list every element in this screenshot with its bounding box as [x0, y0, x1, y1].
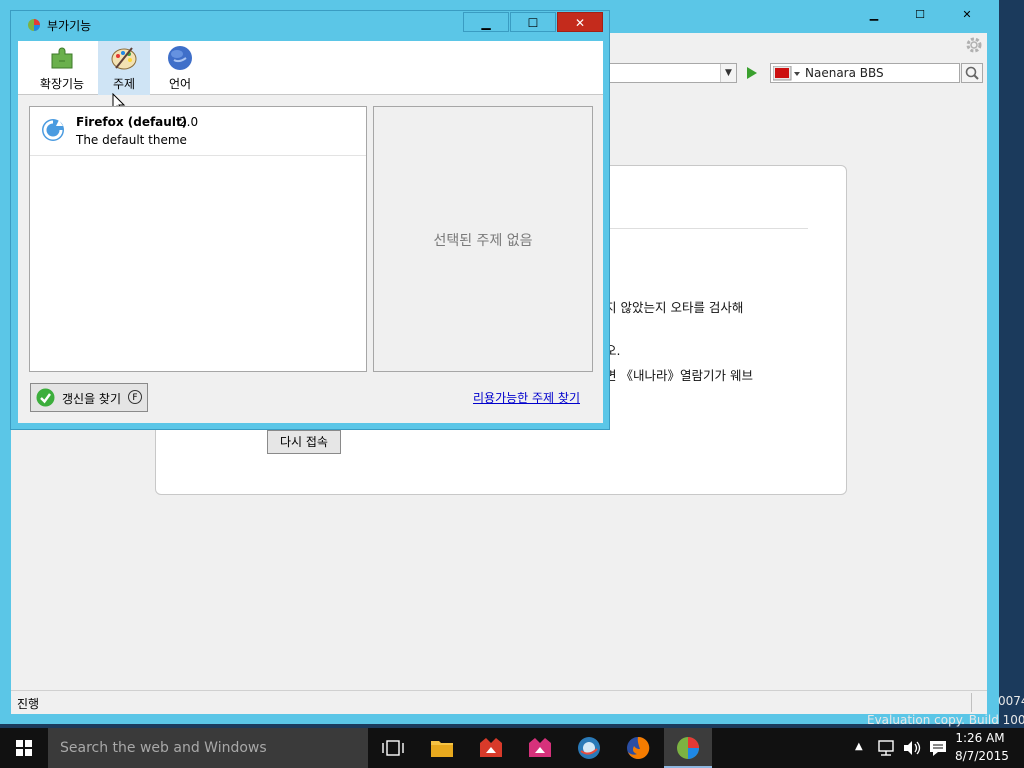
dialog-close-button[interactable]: ✕ [557, 12, 603, 32]
firefox-theme-icon [40, 117, 66, 143]
watermark-build: 0074 [998, 694, 1024, 708]
task-view-icon[interactable] [380, 735, 406, 761]
clock-date[interactable]: 8/7/2015 [955, 749, 1009, 763]
start-button[interactable] [0, 728, 48, 768]
app-icon-pink[interactable] [527, 735, 553, 761]
search-engine-name: Naenara BBS [805, 66, 884, 80]
go-arrow-icon[interactable] [741, 64, 761, 82]
url-bar[interactable]: ▼ [601, 63, 737, 83]
addons-dialog: 부가기능 ▁ ☐ ✕ 확장기능 주제 언어 Firefox (default) … [10, 10, 610, 430]
find-updates-hotkey: F [128, 390, 142, 404]
theme-preview-pane: 선택된 주제 없음 [373, 106, 593, 372]
find-updates-label: 갱신을 찾기 [62, 392, 122, 406]
windows-logo-icon [16, 740, 32, 756]
url-dropdown-icon[interactable]: ▼ [720, 64, 736, 82]
file-explorer-icon[interactable] [429, 735, 455, 761]
theme-list[interactable]: Firefox (default) 2.0 The default theme [29, 106, 367, 372]
dialog-client-area: 확장기능 주제 언어 Firefox (default) 2.0 The def… [18, 41, 603, 423]
browser-maximize-button[interactable]: ☐ [898, 4, 942, 26]
clock-time[interactable]: 1:26 AM [955, 731, 1005, 745]
dialog-maximize-button[interactable]: ☐ [510, 12, 556, 32]
error-text-line: 지 않았는지 오타를 검사해 [605, 300, 744, 315]
taskbar-search-placeholder: Search the web and Windows [60, 740, 267, 756]
tab-extensions[interactable]: 확장기능 [28, 41, 96, 95]
addons-toolbar: 확장기능 주제 언어 [18, 41, 603, 114]
browser-app-icon[interactable] [576, 735, 602, 761]
puzzle-icon [48, 44, 76, 72]
search-box[interactable]: Naenara BBS [770, 63, 960, 83]
dialog-title: 부가기능 [47, 19, 92, 33]
tab-extensions-label: 확장기능 [39, 77, 85, 91]
taskbar-search-box[interactable]: Search the web and Windows [48, 728, 368, 768]
theme-name: Firefox (default) [76, 115, 188, 129]
retry-button[interactable]: 다시 접속 [267, 430, 341, 454]
app-icon-red[interactable] [478, 735, 504, 761]
preview-empty-text: 선택된 주제 없음 [433, 233, 533, 249]
watermark-evaluation: Evaluation copy. Build 10074 [867, 713, 1024, 727]
addons-app-icon [675, 735, 701, 761]
firefox-icon[interactable] [625, 735, 651, 761]
status-bar: 진행 [11, 690, 987, 714]
dialog-minimize-button[interactable]: ▁ [463, 12, 509, 32]
find-updates-button[interactable]: 갱신을 찾기 F [30, 383, 148, 412]
theme-description: The default theme [76, 133, 187, 147]
browser-close-button[interactable]: ✕ [944, 4, 990, 26]
notification-icon[interactable] [928, 739, 948, 757]
globe-icon [166, 44, 194, 72]
tab-languages-label: 언어 [168, 77, 192, 91]
search-go-icon[interactable] [961, 63, 983, 83]
browser-minimize-button[interactable]: ▁ [852, 4, 896, 26]
get-themes-link[interactable]: 리용가능한 주제 찾기 [473, 389, 580, 406]
error-text-line: 면 《내나라》열람기가 웨브 [605, 368, 753, 383]
taskbar: Search the web and Windows ▲ 1:26 AM 8/7… [0, 728, 1024, 768]
addons-app-icon [27, 18, 41, 32]
network-icon[interactable] [876, 739, 896, 757]
status-text: 진행 [17, 697, 40, 711]
status-divider [971, 693, 972, 712]
tab-themes-label: 주제 [112, 77, 136, 91]
active-app-slot[interactable] [664, 728, 712, 768]
search-engine-icon[interactable] [772, 65, 801, 81]
volume-icon[interactable] [902, 739, 922, 757]
tray-chevron-icon[interactable]: ▲ [855, 741, 863, 752]
tab-languages[interactable]: 언어 [152, 41, 208, 95]
palette-icon [110, 44, 138, 72]
list-item[interactable]: Firefox (default) 2.0 The default theme [30, 107, 366, 156]
tab-themes[interactable]: 주제 [98, 41, 150, 95]
gear-icon[interactable] [965, 36, 983, 54]
check-icon [36, 388, 55, 407]
theme-version: 2.0 [179, 115, 199, 129]
